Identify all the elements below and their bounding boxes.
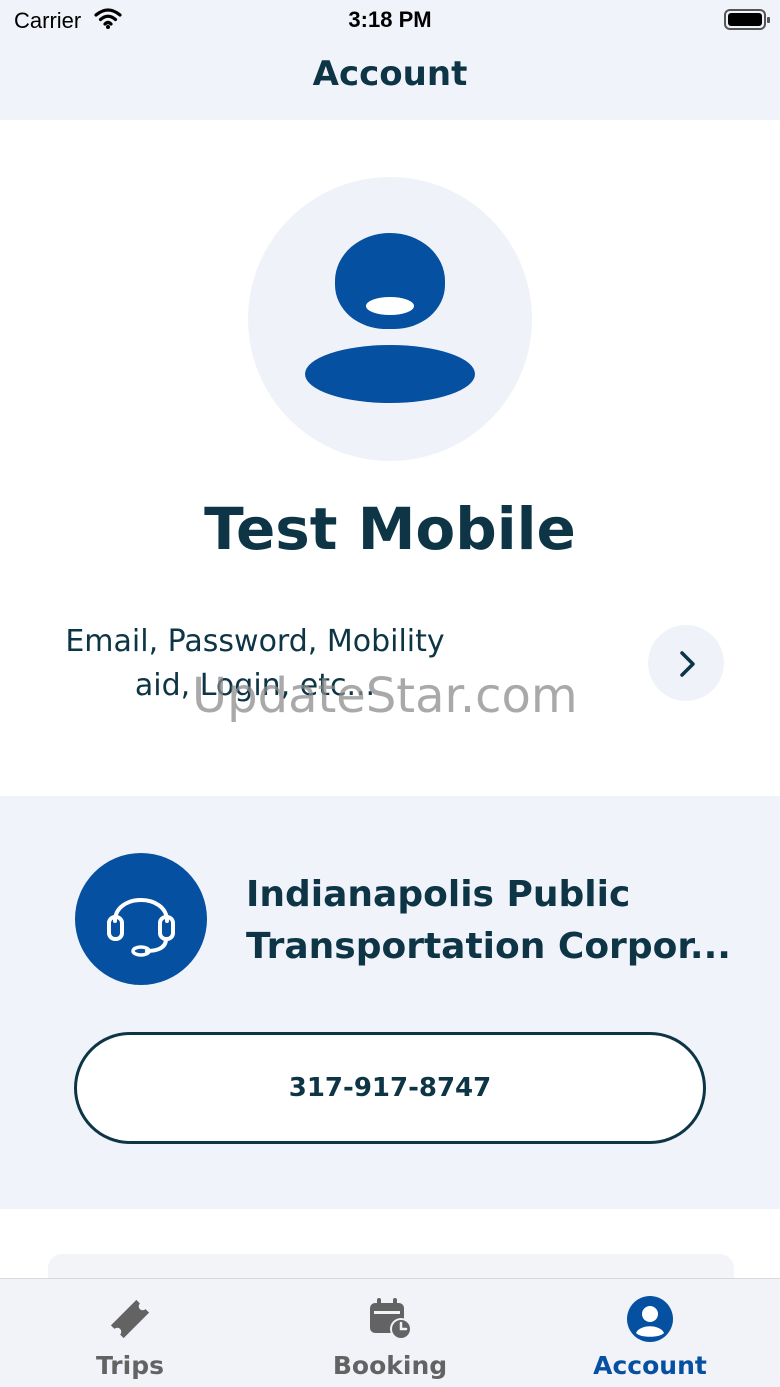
tab-label: Account xyxy=(593,1351,707,1380)
navigation-bar: Account xyxy=(0,40,780,120)
watermark: UpdateStar.com xyxy=(192,668,578,724)
ticket-icon xyxy=(110,1299,150,1339)
tab-label: Booking xyxy=(332,1351,448,1380)
chevron-right-icon xyxy=(680,651,695,677)
headset-icon xyxy=(75,853,207,985)
profile-section: Test Mobile Email, Password, Mobility ai… xyxy=(0,120,780,796)
tab-account[interactable]: Account xyxy=(520,1279,780,1387)
account-circle-icon xyxy=(627,1296,673,1342)
page-title: Account xyxy=(312,54,468,94)
status-bar: Carrier 3:18 PM xyxy=(0,0,780,40)
battery-icon xyxy=(724,9,770,30)
agency-section: Indianapolis Public Transportation Corpo… xyxy=(0,796,780,1209)
status-time: 3:18 PM xyxy=(348,7,432,32)
account-settings-button[interactable] xyxy=(648,625,724,701)
agency-phone-button[interactable]: 317-917-8747 xyxy=(74,1032,706,1144)
tab-booking[interactable]: Booking xyxy=(260,1279,520,1387)
tab-bar: Trips Booking Account xyxy=(0,1278,780,1387)
tab-trips[interactable]: Trips xyxy=(0,1279,260,1387)
agency-name: Indianapolis Public Transportation Corpo… xyxy=(246,874,731,967)
calendar-clock-icon xyxy=(370,1298,412,1340)
user-name: Test Mobile xyxy=(204,495,576,563)
tab-label: Trips xyxy=(96,1351,164,1380)
person-avatar-icon xyxy=(248,177,532,461)
agency-phone-number: 317-917-8747 xyxy=(288,1073,492,1103)
